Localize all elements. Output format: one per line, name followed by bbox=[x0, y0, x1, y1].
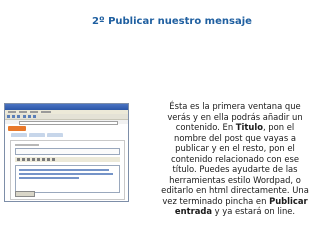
description-bold-titulo: Titulo bbox=[235, 122, 263, 132]
description-text-2: , pon el nombre del post que vayas a pub… bbox=[161, 122, 309, 206]
post-title-field bbox=[15, 148, 120, 155]
slide-description: Ésta es la primera ventana que verás y e… bbox=[160, 101, 310, 217]
description-text-3: y ya estará on line. bbox=[212, 206, 296, 216]
editor-tabs bbox=[5, 133, 128, 137]
post-editor-panel bbox=[10, 140, 125, 200]
slide-title: 2º Publicar nuestro mensaje bbox=[92, 16, 252, 27]
address-bar bbox=[5, 120, 128, 125]
wysiwyg-toolbar bbox=[15, 157, 120, 162]
post-content-area bbox=[15, 165, 120, 193]
blogger-editor-screenshot bbox=[4, 103, 129, 202]
publish-post-button bbox=[15, 191, 35, 197]
blogger-logo bbox=[8, 126, 26, 131]
